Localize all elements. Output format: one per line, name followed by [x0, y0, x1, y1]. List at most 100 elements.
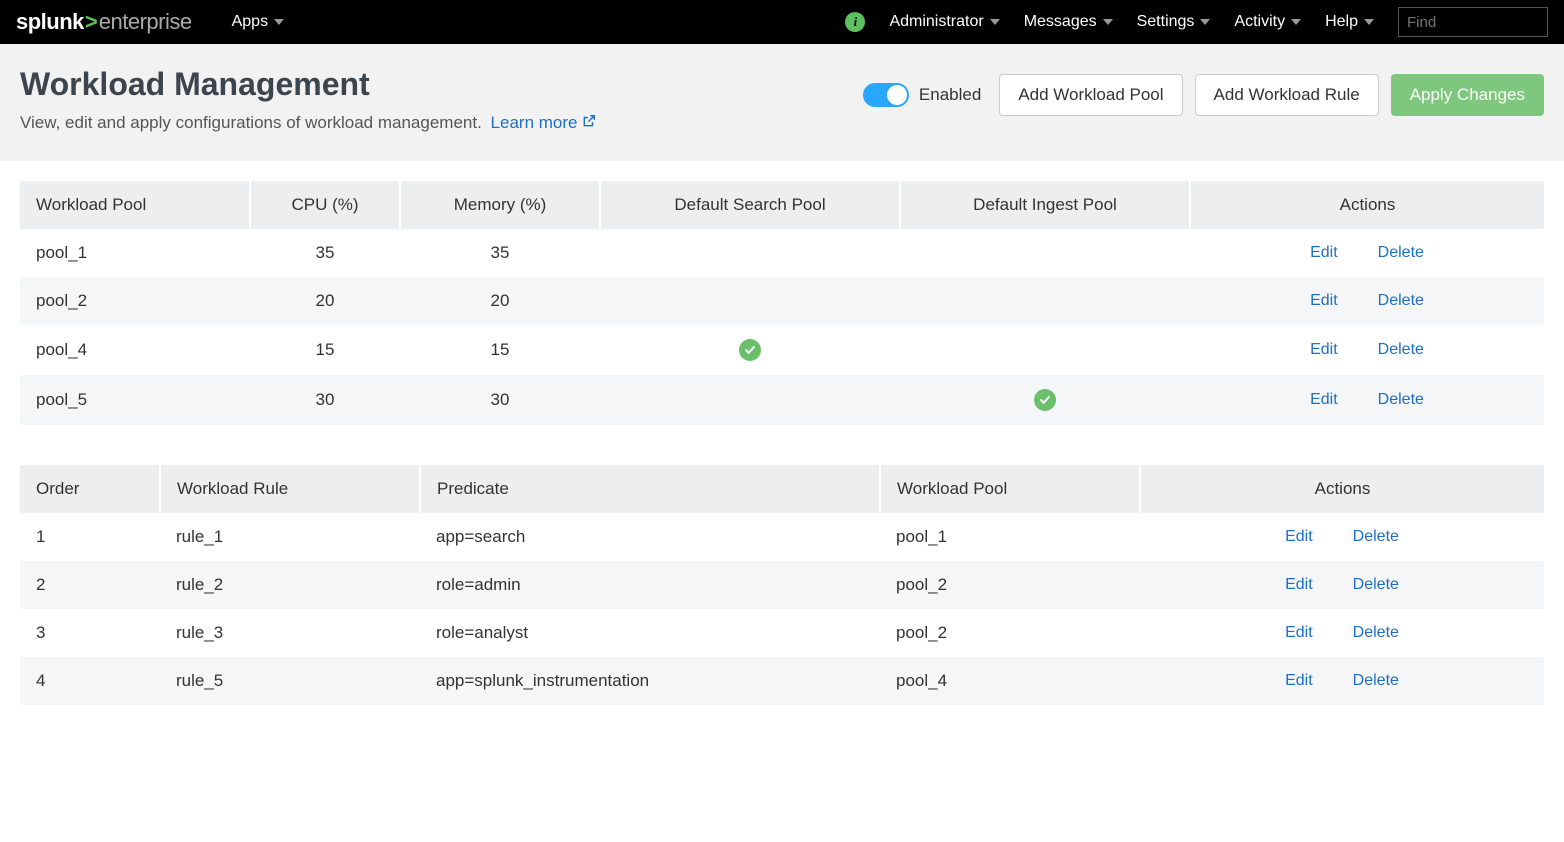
delete-link[interactable]: Delete	[1353, 528, 1399, 546]
pool-default-search	[600, 229, 900, 277]
nav-apps-label: Apps	[232, 13, 268, 31]
rule-predicate: app=splunk_instrumentation	[420, 657, 880, 705]
table-row: pool_41515EditDelete	[20, 325, 1544, 375]
caret-down-icon	[1200, 19, 1210, 25]
delete-link[interactable]: Delete	[1378, 244, 1424, 262]
caret-down-icon	[1364, 19, 1374, 25]
add-workload-pool-button[interactable]: Add Workload Pool	[999, 74, 1182, 116]
rule-name: rule_2	[160, 561, 420, 609]
page-title: Workload Management	[20, 66, 596, 103]
search-input[interactable]	[1407, 14, 1564, 31]
pool-default-ingest	[900, 229, 1190, 277]
page-subtitle: View, edit and apply configurations of w…	[20, 113, 596, 133]
nav-help[interactable]: Help	[1325, 13, 1374, 31]
pool-default-ingest	[900, 325, 1190, 375]
edit-link[interactable]: Edit	[1285, 624, 1313, 642]
rule-actions: Edit Delete	[1140, 657, 1544, 705]
rules-th-rule[interactable]: Workload Rule	[160, 465, 420, 513]
pools-th-default-search[interactable]: Default Search Pool	[600, 181, 900, 229]
delete-link[interactable]: Delete	[1378, 292, 1424, 310]
content: Workload Pool CPU (%) Memory (%) Default…	[0, 161, 1564, 765]
brand-splunk: splunk	[16, 9, 84, 35]
pool-default-ingest	[900, 375, 1190, 425]
delete-link[interactable]: Delete	[1378, 391, 1424, 409]
pool-actions: Edit Delete	[1190, 325, 1544, 375]
check-icon	[739, 339, 761, 361]
pool-memory: 20	[400, 277, 600, 325]
apply-changes-button[interactable]: Apply Changes	[1391, 74, 1544, 116]
edit-link[interactable]: Edit	[1285, 672, 1313, 690]
caret-down-icon	[1103, 19, 1113, 25]
pool-name: pool_4	[20, 325, 250, 375]
edit-link[interactable]: Edit	[1310, 391, 1338, 409]
edit-link[interactable]: Edit	[1285, 576, 1313, 594]
rule-predicate: role=analyst	[420, 609, 880, 657]
table-row: 4rule_5app=splunk_instrumentationpool_4E…	[20, 657, 1544, 705]
edit-link[interactable]: Edit	[1310, 292, 1338, 310]
pool-default-search	[600, 325, 900, 375]
nav-settings-label: Settings	[1137, 13, 1195, 31]
brand-logo[interactable]: splunk > enterprise	[16, 9, 192, 35]
rules-th-order[interactable]: Order	[20, 465, 160, 513]
nav-administrator-label: Administrator	[889, 13, 983, 31]
delete-link[interactable]: Delete	[1353, 576, 1399, 594]
rule-order: 1	[20, 513, 160, 561]
header-actions: Enabled Add Workload Pool Add Workload R…	[863, 74, 1544, 116]
delete-link[interactable]: Delete	[1353, 624, 1399, 642]
rule-actions: Edit Delete	[1140, 513, 1544, 561]
rules-th-actions[interactable]: Actions	[1140, 465, 1544, 513]
pools-th-pool[interactable]: Workload Pool	[20, 181, 250, 229]
rules-th-pool[interactable]: Workload Pool	[880, 465, 1140, 513]
brand-chevron: >	[85, 9, 98, 35]
pools-table: Workload Pool CPU (%) Memory (%) Default…	[20, 181, 1544, 425]
pools-th-cpu[interactable]: CPU (%)	[250, 181, 400, 229]
pool-name: pool_1	[20, 229, 250, 277]
rule-predicate: app=search	[420, 513, 880, 561]
nav-apps[interactable]: Apps	[232, 13, 284, 31]
learn-more-link[interactable]: Learn more	[491, 113, 597, 132]
pool-memory: 35	[400, 229, 600, 277]
edit-link[interactable]: Edit	[1285, 528, 1313, 546]
page-header: Workload Management View, edit and apply…	[0, 44, 1564, 161]
pool-memory: 15	[400, 325, 600, 375]
search-box[interactable]	[1398, 7, 1548, 37]
caret-down-icon	[1291, 19, 1301, 25]
rule-actions: Edit Delete	[1140, 609, 1544, 657]
delete-link[interactable]: Delete	[1378, 341, 1424, 359]
toggle-knob	[887, 85, 907, 105]
table-row: 1rule_1app=searchpool_1EditDelete	[20, 513, 1544, 561]
nav-help-label: Help	[1325, 13, 1358, 31]
nav-settings[interactable]: Settings	[1137, 13, 1211, 31]
rule-predicate: role=admin	[420, 561, 880, 609]
delete-link[interactable]: Delete	[1353, 672, 1399, 690]
pool-memory: 30	[400, 375, 600, 425]
pools-th-memory[interactable]: Memory (%)	[400, 181, 600, 229]
topbar: splunk > enterprise Apps i Administrator…	[0, 0, 1564, 44]
rule-name: rule_5	[160, 657, 420, 705]
nav-messages[interactable]: Messages	[1024, 13, 1113, 31]
rules-th-predicate[interactable]: Predicate	[420, 465, 880, 513]
nav-activity[interactable]: Activity	[1234, 13, 1301, 31]
pool-name: pool_2	[20, 277, 250, 325]
info-icon[interactable]: i	[845, 12, 865, 32]
rule-actions: Edit Delete	[1140, 561, 1544, 609]
enabled-toggle-wrap: Enabled	[863, 83, 981, 107]
rule-name: rule_1	[160, 513, 420, 561]
caret-down-icon	[274, 19, 284, 25]
enabled-toggle-label: Enabled	[919, 85, 981, 105]
table-row: pool_53030EditDelete	[20, 375, 1544, 425]
add-workload-rule-button[interactable]: Add Workload Rule	[1195, 74, 1379, 116]
rules-table: Order Workload Rule Predicate Workload P…	[20, 465, 1544, 705]
pool-cpu: 20	[250, 277, 400, 325]
pool-cpu: 35	[250, 229, 400, 277]
nav-administrator[interactable]: Administrator	[889, 13, 999, 31]
enabled-toggle[interactable]	[863, 83, 909, 107]
edit-link[interactable]: Edit	[1310, 341, 1338, 359]
pool-actions: Edit Delete	[1190, 229, 1544, 277]
pool-cpu: 30	[250, 375, 400, 425]
pools-th-default-ingest[interactable]: Default Ingest Pool	[900, 181, 1190, 229]
rule-name: rule_3	[160, 609, 420, 657]
pools-th-actions[interactable]: Actions	[1190, 181, 1544, 229]
edit-link[interactable]: Edit	[1310, 244, 1338, 262]
caret-down-icon	[990, 19, 1000, 25]
